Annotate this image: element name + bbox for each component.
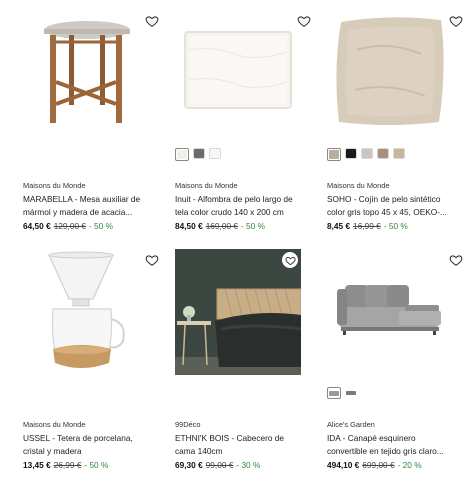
product-card[interactable]: Maisons du Monde USSEL - Tetera de porce… — [23, 249, 161, 470]
product-title[interactable]: ETHNI'K BOIS - Cabecero de cama 140cm — [175, 432, 305, 457]
product-card[interactable]: Maisons du Monde Inuit - Alfombra de pel… — [175, 10, 313, 231]
favorite-heart-icon[interactable] — [449, 253, 463, 267]
product-image[interactable] — [175, 249, 301, 375]
price-line: 13,45 €26,99 € - 50 % — [23, 460, 108, 470]
favorite-heart-icon[interactable] — [145, 253, 159, 267]
product-brand: Maisons du Monde — [175, 181, 238, 190]
variant-thumbnails — [327, 387, 357, 401]
discount-badge: - 30 % — [236, 460, 261, 470]
discount-badge: - 50 % — [240, 221, 265, 231]
favorite-heart-icon[interactable] — [282, 252, 298, 268]
old-price: 16,99 € — [353, 221, 381, 231]
product-title[interactable]: IDA - Canapé esquinero convertible en te… — [327, 432, 457, 457]
product-title[interactable]: USSEL - Tetera de porcelana, cristal y m… — [23, 432, 153, 457]
product-card[interactable]: Alice's Garden IDA - Canapé esquinero co… — [327, 249, 465, 470]
color-swatch[interactable] — [361, 148, 373, 159]
color-swatch[interactable] — [345, 148, 357, 159]
product-title[interactable]: Inuit - Alfombra de pelo largo de tela c… — [175, 193, 305, 218]
price-line: 494,10 €699,00 € - 20 % — [327, 460, 422, 470]
product-brand: 99Déco — [175, 420, 201, 429]
discount-badge: - 20 % — [397, 460, 422, 470]
color-swatch[interactable] — [209, 148, 221, 159]
product-image[interactable] — [327, 10, 465, 136]
current-price: 64,50 € — [23, 221, 51, 231]
old-price: 699,00 € — [362, 460, 395, 470]
discount-badge: - 50 % — [88, 221, 113, 231]
color-swatches — [175, 148, 221, 162]
current-price: 69,30 € — [175, 460, 203, 470]
product-brand: Maisons du Monde — [23, 181, 86, 190]
product-card[interactable]: Maisons du Monde MARABELLA - Mesa auxili… — [23, 10, 161, 231]
variant-thumbnail[interactable] — [327, 387, 341, 399]
color-swatches — [327, 148, 405, 162]
color-swatch[interactable] — [393, 148, 405, 159]
variant-thumbnail[interactable] — [345, 387, 357, 398]
price-line: 8,45 €16,99 € - 50 % — [327, 221, 408, 231]
old-price: 129,00 € — [53, 221, 86, 231]
color-swatch[interactable] — [377, 148, 389, 159]
current-price: 84,50 € — [175, 221, 203, 231]
product-card[interactable]: 99Déco ETHNI'K BOIS - Cabecero de cama 1… — [175, 249, 313, 470]
price-line: 69,30 €99,00 € - 30 % — [175, 460, 260, 470]
current-price: 8,45 € — [327, 221, 351, 231]
price-line: 64,50 €129,00 € - 50 % — [23, 221, 113, 231]
product-card[interactable]: Maisons du Monde SOHO - Cojín de pelo si… — [327, 10, 465, 231]
favorite-heart-icon[interactable] — [145, 14, 159, 28]
product-brand: Alice's Garden — [327, 420, 375, 429]
favorite-heart-icon[interactable] — [297, 14, 311, 28]
product-image[interactable] — [175, 10, 313, 136]
current-price: 13,45 € — [23, 460, 51, 470]
product-title[interactable]: MARABELLA - Mesa auxiliar de mármol y ma… — [23, 193, 153, 218]
discount-badge: - 50 % — [383, 221, 408, 231]
product-image[interactable] — [23, 10, 161, 136]
current-price: 494,10 € — [327, 460, 360, 470]
product-brand: Maisons du Monde — [327, 181, 390, 190]
price-line: 84,50 €169,00 € - 50 % — [175, 221, 265, 231]
discount-badge: - 50 % — [84, 460, 109, 470]
old-price: 169,00 € — [205, 221, 238, 231]
color-swatch[interactable] — [327, 148, 341, 161]
old-price: 26,99 € — [53, 460, 82, 470]
color-swatch[interactable] — [175, 148, 189, 161]
color-swatch[interactable] — [193, 148, 205, 159]
product-title[interactable]: SOHO - Cojín de pelo sintético color gri… — [327, 193, 457, 218]
product-image[interactable] — [23, 249, 161, 375]
old-price: 99,00 € — [205, 460, 234, 470]
product-brand: Maisons du Monde — [23, 420, 86, 429]
favorite-heart-icon[interactable] — [449, 14, 463, 28]
product-image[interactable] — [327, 249, 465, 375]
